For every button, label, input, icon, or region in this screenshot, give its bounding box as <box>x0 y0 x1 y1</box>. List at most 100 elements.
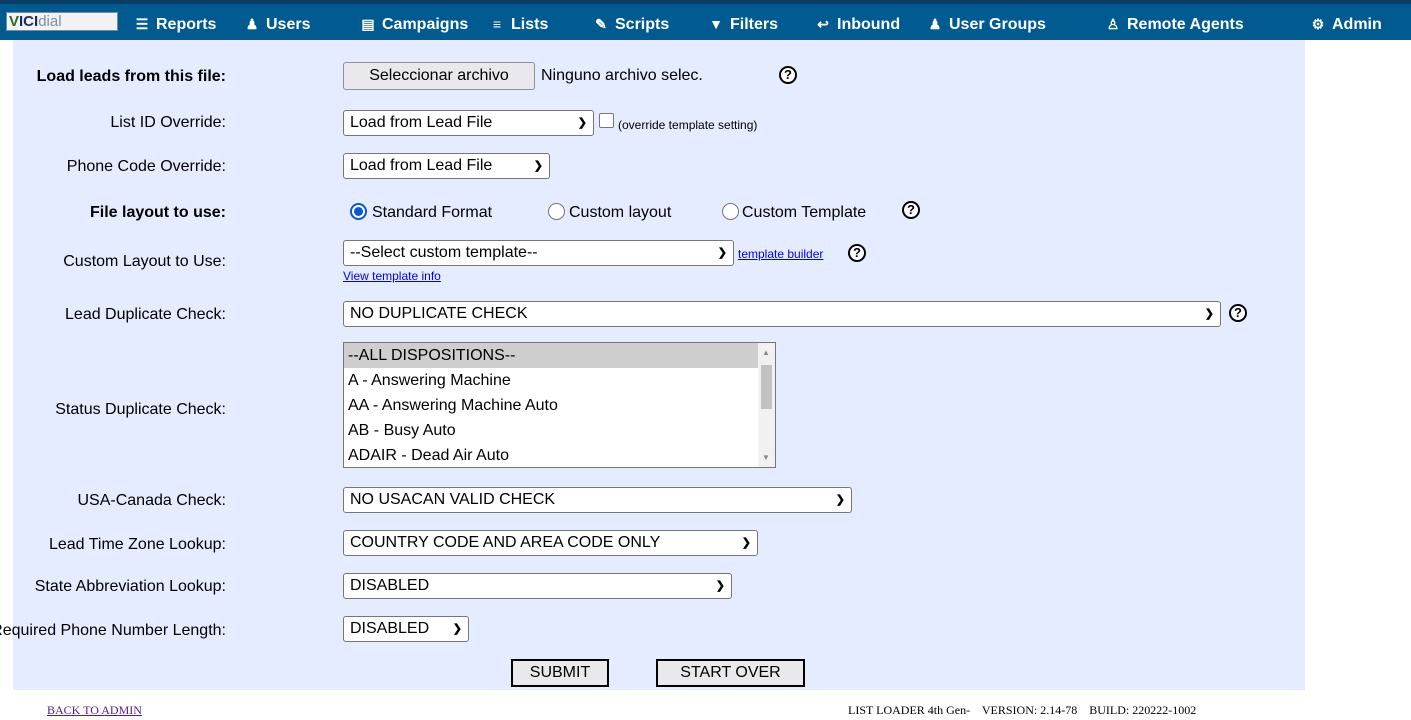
custom-template-value: --Select custom template-- <box>350 244 538 261</box>
usacan-value: NO USACAN VALID CHECK <box>350 491 556 508</box>
nav-admin-label: Admin <box>1332 16 1382 33</box>
nav-inbound[interactable]: ↩ Inbound <box>814 14 900 34</box>
chevron-down-icon: ❯ <box>577 117 587 129</box>
usacan-label: USA-Canada Check: <box>77 492 226 509</box>
nav-user-groups[interactable]: ♟ User Groups <box>926 14 1046 34</box>
file-layout-label: File layout to use: <box>89 204 226 221</box>
nav-remote-agents[interactable]: ♙ Remote Agents <box>1104 14 1244 34</box>
vicidial-logo[interactable]: VICIdial <box>6 12 118 31</box>
chevron-down-icon: ❯ <box>1204 308 1214 320</box>
top-nav: VICIdial ☰ Reports ♟ Users ▤ Campaigns ≡ Lis… <box>0 0 1411 40</box>
version-info: LIST LOADER 4th Gen- VERSION: 2.14-78 BU… <box>848 703 1197 717</box>
scrollbar-thumb[interactable] <box>761 365 772 409</box>
help-icon[interactable]: ? <box>779 66 797 84</box>
nav-reports[interactable]: ☰ Reports <box>133 14 217 34</box>
list-item[interactable]: AB - Busy Auto <box>344 418 775 443</box>
override-template-checkbox[interactable] <box>599 113 614 128</box>
help-icon[interactable]: ? <box>848 244 866 262</box>
list-item[interactable]: --ALL DISPOSITIONS-- <box>344 343 775 368</box>
phone-len-value: DISABLED <box>350 620 430 637</box>
inbound-icon: ↩ <box>817 16 829 32</box>
view-template-info-link[interactable]: View template info <box>343 269 441 283</box>
radio-custom-layout[interactable] <box>548 203 565 220</box>
override-template-label: (override template setting) <box>618 118 758 132</box>
help-icon[interactable]: ? <box>902 201 920 219</box>
logo-text-c: dial <box>38 13 62 30</box>
nav-filters[interactable]: ▼ Filters <box>707 14 778 34</box>
phone-len-label: Required Phone Number Length: <box>0 622 226 639</box>
list-loader-form: Load leads from this file: Seleccionar a… <box>0 40 1305 690</box>
choose-file-button[interactable]: Seleccionar archivo <box>343 62 535 90</box>
gear-icon: ⚙ <box>1311 16 1325 32</box>
load-file-label: Load leads from this file: <box>36 68 226 85</box>
list-item[interactable]: A - Answering Machine <box>344 368 775 393</box>
nav-inbound-label: Inbound <box>837 16 901 33</box>
nav-filters-label: Filters <box>730 16 779 33</box>
logo-text-b: ICI <box>19 13 39 30</box>
tz-lookup-label: Lead Time Zone Lookup: <box>48 536 226 553</box>
nav-lists-label: Lists <box>511 16 549 33</box>
status-dup-label: Status Duplicate Check: <box>55 401 226 418</box>
chevron-down-icon: ❯ <box>715 580 725 592</box>
custom-layout-label: Custom layout <box>569 204 672 221</box>
usacan-select[interactable]: NO USACAN VALID CHECK ❯ <box>343 487 852 513</box>
list-item[interactable]: ADAIR - Dead Air Auto <box>344 443 775 467</box>
standard-format-label: Standard Format <box>372 204 493 221</box>
reports-icon: ☰ <box>135 16 149 32</box>
chevron-down-icon: ❯ <box>741 537 751 549</box>
scripts-icon: ✎ <box>595 16 607 32</box>
file-status-text: Ninguno archivo selec. <box>541 67 703 84</box>
state-abbr-label: State Abbreviation Lookup: <box>34 578 226 595</box>
nav-scripts[interactable]: ✎ Scripts <box>592 14 669 34</box>
nav-users-label: Users <box>266 16 311 33</box>
template-builder-link[interactable]: template builder <box>738 247 823 261</box>
nav-lists[interactable]: ≡ Lists <box>488 14 548 34</box>
nav-admin[interactable]: ⚙ Admin <box>1309 14 1382 34</box>
phone-code-select[interactable]: Load from Lead File ❯ <box>343 153 550 179</box>
lead-dup-select[interactable]: NO DUPLICATE CHECK ❯ <box>343 301 1221 327</box>
nav-scripts-label: Scripts <box>615 16 670 33</box>
chevron-down-icon: ❯ <box>533 160 543 172</box>
tz-lookup-value: COUNTRY CODE AND AREA CODE ONLY <box>350 534 661 551</box>
start-over-button[interactable]: START OVER <box>656 659 805 687</box>
chevron-down-icon: ❯ <box>717 247 727 259</box>
submit-button[interactable]: SUBMIT <box>511 659 609 687</box>
lead-dup-label: Lead Duplicate Check: <box>65 306 226 323</box>
chevron-down-icon: ❯ <box>835 494 845 506</box>
status-dup-listbox[interactable]: --ALL DISPOSITIONS-- A - Answering Machi… <box>343 342 776 468</box>
lead-dup-value: NO DUPLICATE CHECK <box>350 305 528 322</box>
scroll-down-icon[interactable]: ▼ <box>762 453 770 462</box>
radio-standard-format[interactable] <box>350 203 367 220</box>
nav-reports-label: Reports <box>156 16 217 33</box>
custom-template-select[interactable]: --Select custom template-- ❯ <box>343 240 734 266</box>
campaigns-icon: ▤ <box>361 16 375 32</box>
chevron-down-icon: ❯ <box>452 623 462 635</box>
state-abbr-select[interactable]: DISABLED ❯ <box>343 573 732 599</box>
user-groups-icon: ♟ <box>928 16 942 32</box>
scroll-up-icon[interactable]: ▲ <box>762 348 770 357</box>
list-item[interactable]: AA - Answering Machine Auto <box>344 393 775 418</box>
phone-len-select[interactable]: DISABLED ❯ <box>343 616 469 642</box>
state-abbr-value: DISABLED <box>350 577 430 594</box>
phone-code-label: Phone Code Override: <box>66 158 226 175</box>
back-to-admin-link[interactable]: BACK TO ADMIN <box>47 703 142 718</box>
nav-campaigns[interactable]: ▤ Campaigns <box>359 14 468 34</box>
users-icon: ♟ <box>245 16 259 32</box>
nav-user-groups-label: User Groups <box>949 16 1046 33</box>
nav-remote-agents-label: Remote Agents <box>1127 16 1244 33</box>
list-id-label: List ID Override: <box>110 114 226 131</box>
filter-icon: ▼ <box>709 16 723 32</box>
nav-users[interactable]: ♟ Users <box>243 14 311 34</box>
tz-lookup-select[interactable]: COUNTRY CODE AND AREA CODE ONLY ❯ <box>343 530 758 556</box>
radio-custom-template[interactable] <box>722 203 739 220</box>
custom-template-label: Custom Template <box>742 204 867 221</box>
custom-layout-use-label: Custom Layout to Use: <box>63 253 226 270</box>
remote-agents-icon: ♙ <box>1106 16 1120 32</box>
listbox-scrollbar[interactable]: ▲ ▼ <box>758 343 775 467</box>
help-icon[interactable]: ? <box>1229 304 1247 322</box>
lists-icon: ≡ <box>492 16 502 32</box>
list-id-select[interactable]: Load from Lead File ❯ <box>343 110 594 136</box>
list-id-value: Load from Lead File <box>350 114 493 131</box>
phone-code-value: Load from Lead File <box>350 157 493 174</box>
nav-campaigns-label: Campaigns <box>382 16 469 33</box>
